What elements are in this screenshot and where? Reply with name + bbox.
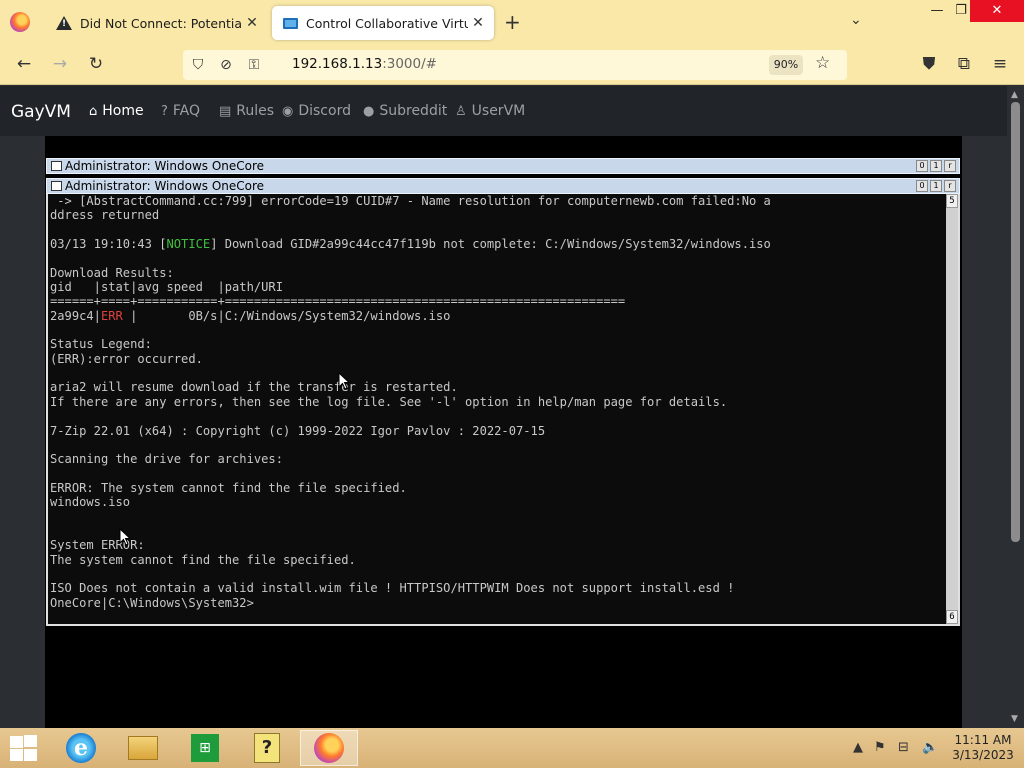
console-window-titlebar[interactable]: Administrator: Windows OneCore 01r xyxy=(46,178,960,194)
tab-strip: ! Did Not Connect: Potential Sec ✕ Contr… xyxy=(0,0,1024,44)
mouse-cursor-icon xyxy=(338,372,350,390)
new-tab-button[interactable]: + xyxy=(504,10,521,34)
tab-title: Did Not Connect: Potential Sec xyxy=(80,15,242,31)
back-icon[interactable]: ← xyxy=(11,52,37,76)
site-brand[interactable]: GayVM xyxy=(11,102,71,122)
console-window-titlebar[interactable]: Administrator: Windows OneCore 01r xyxy=(46,158,960,174)
scroll-up-icon[interactable]: ▲ xyxy=(1011,90,1018,100)
nav-subreddit[interactable]: ● Subreddit xyxy=(363,103,447,119)
site-navbar: GayVM ⌂ Home ? FAQ ▤ Rules ◉ Discord ● Subred… xyxy=(0,86,1007,136)
url-bar[interactable]: ⛉ ⊘ ⚿ 192.168.1.13:3000/# 90% ☆ xyxy=(183,50,847,80)
close-tab-icon[interactable]: ✕ xyxy=(468,15,488,31)
console-icon xyxy=(51,181,62,191)
console-text: -> [AbstractCommand.cc:799] errorCode=19… xyxy=(50,194,771,610)
app-menu-icon[interactable]: ≡ xyxy=(987,52,1013,76)
store-icon[interactable]: ⊞ xyxy=(176,730,234,766)
reddit-icon: ● xyxy=(363,103,375,119)
tab-title: Control Collaborative Virtual M xyxy=(306,15,468,31)
flag-icon[interactable]: ⚑ xyxy=(874,740,886,755)
reload-icon[interactable]: ↻ xyxy=(83,52,109,76)
show-hidden-icons-icon[interactable]: ▲ xyxy=(853,740,863,755)
page-scrollbar[interactable]: ▲ ▼ xyxy=(1007,86,1024,728)
shield-icon[interactable]: ⛉ xyxy=(187,54,209,76)
warning-icon: ! xyxy=(56,15,72,31)
start-button[interactable] xyxy=(8,735,38,761)
firefox-menu-icon[interactable] xyxy=(10,12,30,32)
taskbar-clock[interactable]: 11:11 AM 3/13/2023 xyxy=(948,733,1018,763)
minimize-icon[interactable]: 0 xyxy=(916,180,928,192)
tab-did-not-connect[interactable]: ! Did Not Connect: Potential Sec ✕ xyxy=(46,6,268,40)
clock-time: 11:11 AM xyxy=(954,733,1012,747)
console-output[interactable]: -> [AbstractCommand.cc:799] errorCode=19… xyxy=(46,194,960,626)
console-scroll-down[interactable]: 6 xyxy=(946,610,958,624)
clipboard-icon: ▤ xyxy=(219,103,232,119)
discord-icon: ◉ xyxy=(282,103,294,119)
console-scrollbar[interactable]: 5 6 xyxy=(946,194,958,624)
help-icon[interactable]: ? xyxy=(238,730,296,766)
home-icon: ⌂ xyxy=(89,103,98,119)
navigation-toolbar: ← → ↻ ⛉ ⊘ ⚿ 192.168.1.13:3000/# 90% ☆ ⛊ … xyxy=(0,44,1024,85)
nav-faq[interactable]: ? FAQ xyxy=(161,103,200,119)
console-scroll-up[interactable]: 5 xyxy=(946,194,958,208)
firefox-taskbar-icon[interactable] xyxy=(300,730,358,766)
monitor-icon xyxy=(282,15,298,31)
maximize-icon[interactable]: 1 xyxy=(930,180,942,192)
close-tab-icon[interactable]: ✕ xyxy=(242,15,262,31)
windows-taskbar: e ⊞ ? ▲ ⚑ ⊟ 🔈 11:11 AM 3/13/2023 xyxy=(0,728,1024,768)
extensions-icon[interactable]: ⧉ xyxy=(951,52,977,76)
scroll-down-icon[interactable]: ▼ xyxy=(1011,714,1018,724)
volume-muted-icon[interactable]: 🔈 xyxy=(922,740,938,755)
nav-uservm[interactable]: ♙ UserVM xyxy=(455,103,525,119)
mouse-cursor-icon xyxy=(119,528,131,546)
url-text[interactable]: 192.168.1.13:3000/# xyxy=(292,56,437,72)
console-window-title: Administrator: Windows OneCore xyxy=(65,159,265,173)
network-icon[interactable]: ⊟ xyxy=(898,740,909,755)
bookmark-star-icon[interactable]: ☆ xyxy=(815,53,830,73)
internet-explorer-icon[interactable]: e xyxy=(52,730,110,766)
clock-date: 3/13/2023 xyxy=(952,748,1014,762)
user-icon: ♙ xyxy=(455,103,467,119)
close-icon[interactable]: r xyxy=(944,160,956,172)
scrollbar-thumb[interactable] xyxy=(1011,102,1020,542)
forward-icon[interactable]: → xyxy=(47,52,73,76)
tab-control-vm[interactable]: Control Collaborative Virtual M ✕ xyxy=(272,6,494,40)
question-icon: ? xyxy=(161,103,168,119)
close-window-button[interactable]: ✕ xyxy=(970,0,1024,22)
file-explorer-icon[interactable] xyxy=(114,730,172,766)
pocket-icon[interactable]: ⛊ xyxy=(916,52,942,76)
nav-home[interactable]: ⌂ Home xyxy=(89,103,144,119)
console-icon xyxy=(51,161,62,171)
minimize-icon[interactable]: 0 xyxy=(916,160,928,172)
close-icon[interactable]: r xyxy=(944,180,956,192)
nav-discord[interactable]: ◉ Discord xyxy=(282,103,351,119)
maximize-icon[interactable]: 1 xyxy=(930,160,942,172)
permissions-icon[interactable]: ⊘ xyxy=(215,54,237,76)
list-all-tabs-icon[interactable]: ⌄ xyxy=(850,12,862,28)
nav-rules[interactable]: ▤ Rules xyxy=(219,103,274,119)
console-window-title: Administrator: Windows OneCore xyxy=(65,179,265,193)
insecure-lock-icon[interactable]: ⚿ xyxy=(243,54,265,76)
zoom-indicator[interactable]: 90% xyxy=(769,55,803,75)
